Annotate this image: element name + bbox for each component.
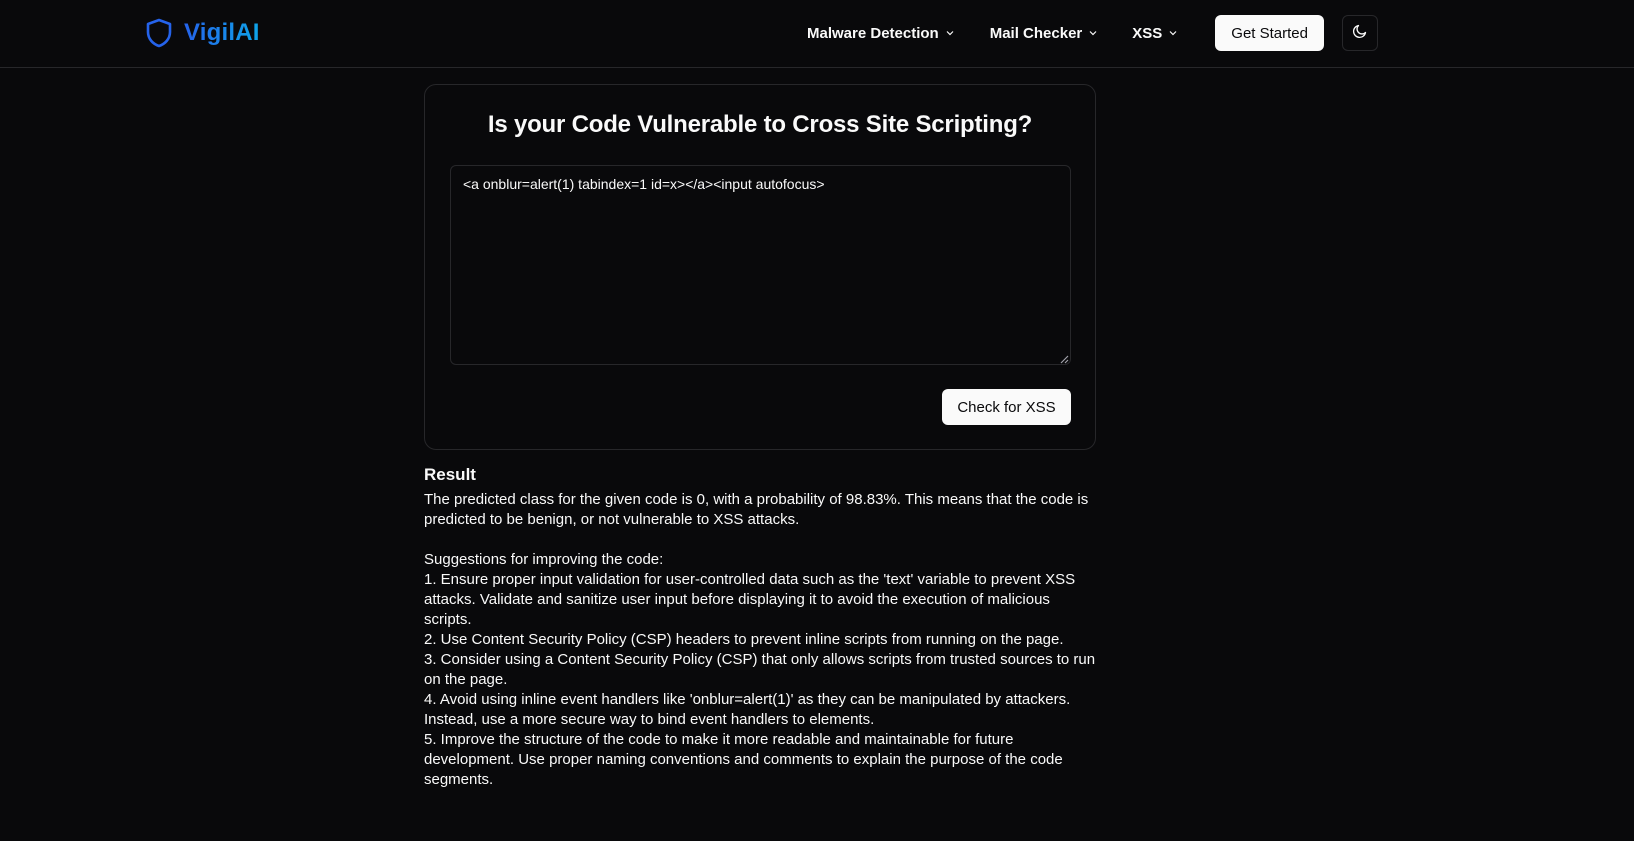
brand-name: VigilAI (184, 19, 260, 46)
suggestion-line: Suggestions for improving the code: (424, 551, 664, 568)
suggestion-line: 3. Consider using a Content Security Pol… (424, 651, 1096, 668)
suggestion-line: development. Use proper naming conventio… (424, 751, 1063, 768)
nav-xss[interactable]: XSS (1125, 15, 1185, 51)
theme-toggle-button[interactable] (1342, 15, 1378, 51)
result-heading: Result (424, 465, 476, 484)
check-xss-button[interactable]: Check for XSS (942, 389, 1071, 425)
result-summary-line: predicted to be benign, or not vulnerabl… (424, 511, 800, 528)
nav-label: XSS (1132, 24, 1163, 42)
suggestion-line: segments. (424, 771, 494, 788)
suggestion-line: attacks. Validate and sanitize user inpu… (424, 591, 1050, 608)
get-started-button[interactable]: Get Started (1215, 15, 1324, 51)
chevron-down-icon (945, 28, 955, 38)
suggestion-line: on the page. (424, 671, 508, 688)
suggestion-line: Instead, use a more secure way to bind e… (424, 711, 875, 728)
resize-handle-icon[interactable] (1057, 351, 1069, 364)
main-nav: Malware Detection Mail Checker XSS Get S… (800, 15, 1378, 51)
suggestion-line: 5. Improve the structure of the code to … (424, 731, 1014, 748)
suggestion-line: 4. Avoid using inline event handlers lik… (424, 691, 1071, 708)
result-section: Result The predicted class for the given… (424, 463, 1096, 790)
nav-mail-checker[interactable]: Mail Checker (983, 15, 1106, 51)
suggestion-line: 1. Ensure proper input validation for us… (424, 571, 1076, 588)
suggestion-line: scripts. (424, 611, 472, 628)
nav-label: Malware Detection (807, 24, 939, 42)
chevron-down-icon (1168, 28, 1178, 38)
nav-malware-detection[interactable]: Malware Detection (800, 15, 962, 51)
card-title: Is your Code Vulnerable to Cross Site Sc… (487, 111, 1033, 138)
chevron-down-icon (1088, 28, 1098, 38)
shield-icon (146, 18, 172, 48)
top-navbar: VigilAI Malware Detection Mail Checker X… (0, 0, 1634, 68)
nav-label: Mail Checker (989, 24, 1083, 42)
code-input[interactable]: <a onblur=alert(1) tabindex=1 id=x></a><… (450, 165, 1071, 365)
moon-icon (1352, 23, 1368, 44)
xss-check-card: Is your Code Vulnerable to Cross Site Sc… (424, 84, 1096, 450)
brand-logo[interactable]: VigilAI (146, 16, 260, 50)
suggestion-line: 2. Use Content Security Policy (CSP) hea… (424, 631, 1064, 648)
result-summary-line: The predicted class for the given code i… (424, 491, 1089, 508)
